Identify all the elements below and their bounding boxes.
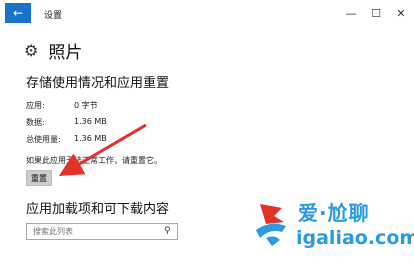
total-size-label: 总使用量:: [26, 135, 61, 144]
minimize-button[interactable]: —: [338, 4, 364, 22]
search-icon[interactable]: ⚲: [164, 226, 171, 236]
addons-search-input[interactable]: [26, 223, 178, 240]
app-size-value: 0 字节: [74, 101, 98, 110]
storage-section-title: 存储使用情况和应用重置: [26, 76, 170, 91]
reset-button[interactable]: 重置: [26, 170, 52, 186]
watermark-brand: 爱·尬聊: [298, 201, 370, 225]
data-size-value: 1.36 MB: [74, 117, 107, 126]
watermark-logo-icon: [256, 204, 286, 246]
back-button[interactable]: ←: [5, 3, 31, 23]
gear-icon: ⚙: [24, 41, 39, 60]
reset-button-label: 重置: [31, 173, 47, 183]
addons-section-title: 应用加载项和可下载内容: [26, 202, 170, 217]
window-title: 设置: [44, 11, 63, 21]
data-size-label: 数据:: [26, 118, 45, 127]
page-header: ⚙ 照片: [24, 38, 82, 63]
close-button[interactable]: ✕: [388, 4, 414, 22]
maximize-button[interactable]: ☐: [363, 4, 389, 22]
minimize-icon: —: [345, 6, 357, 20]
watermark-url: igaliao.com: [296, 227, 414, 249]
back-arrow-icon: ←: [12, 6, 24, 20]
title-bar: ← 设置 — ☐ ✕: [0, 0, 414, 28]
app-size-label: 应用:: [26, 101, 45, 110]
total-size-value: 1.36 MB: [74, 134, 107, 143]
reset-note: 如果此应用无法正常工作，请重置它。: [26, 156, 162, 165]
page-title: 照片: [48, 43, 83, 63]
maximize-icon: ☐: [371, 6, 381, 20]
close-icon: ✕: [396, 6, 406, 20]
